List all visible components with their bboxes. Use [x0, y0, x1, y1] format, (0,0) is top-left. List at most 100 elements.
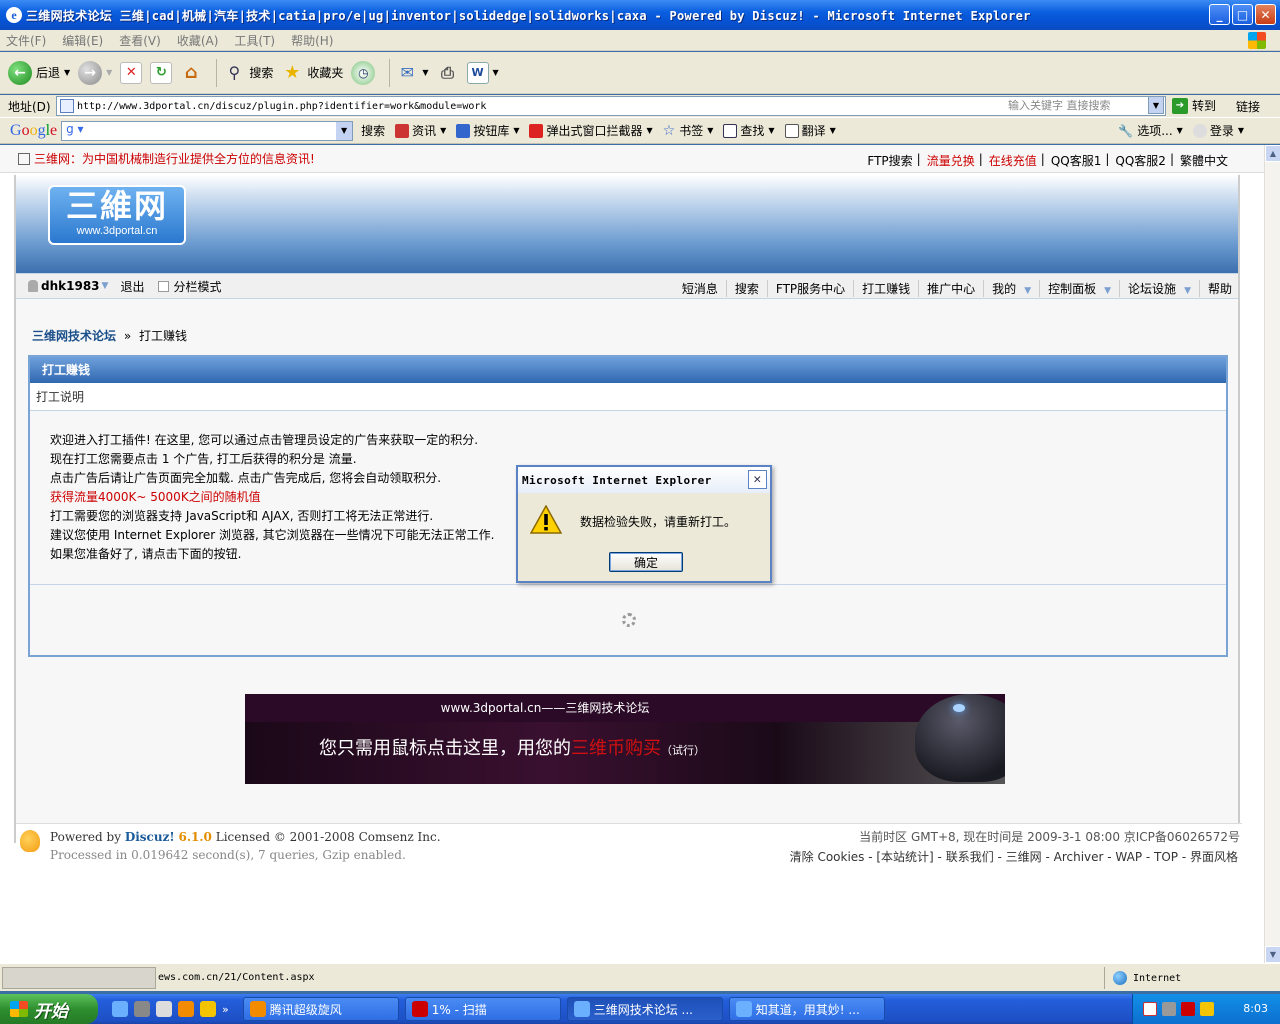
- discuz-link[interactable]: Discuz!: [125, 830, 175, 844]
- ie-quicklaunch-icon[interactable]: [112, 1001, 128, 1017]
- ad-banner[interactable]: www.3dportal.cn——三维网技术论坛 您只需用鼠标点击这里，用您的三…: [245, 694, 1005, 784]
- media-quicklaunch-icon[interactable]: [134, 1001, 150, 1017]
- window-title: 三维网技术论坛 三维|cad|机械|汽车|技术|catia|pro/e|ug|i…: [26, 8, 1031, 23]
- top-link[interactable]: 流量兑换: [927, 152, 975, 169]
- login-button[interactable]: 登录 ▼: [1192, 122, 1244, 139]
- quick-launch: »: [112, 1001, 235, 1017]
- footer-powered: Powered by Discuz! 6.1.0 Licensed © 2001…: [50, 830, 441, 844]
- top-link[interactable]: QQ客服2: [1115, 152, 1166, 169]
- scroll-down-icon[interactable]: ▼: [1265, 946, 1280, 963]
- nav-item[interactable]: 短消息: [674, 280, 718, 297]
- top-link-separator: |: [1040, 152, 1045, 166]
- menu-file[interactable]: 文件(F): [6, 32, 46, 49]
- nav-dropdown-icon[interactable]: ▼: [1024, 286, 1031, 296]
- user-menu[interactable]: dhk1983 ▼: [28, 279, 108, 293]
- player-quicklaunch-icon[interactable]: [156, 1001, 172, 1017]
- buttons-label: 按钮库: [473, 124, 510, 138]
- top-link[interactable]: FTP搜索: [867, 152, 912, 169]
- edit-dropdown-icon[interactable]: ▼: [493, 68, 499, 77]
- toolbar-separator: [389, 58, 391, 87]
- search-button[interactable]: ⚲ 搜索: [223, 62, 273, 84]
- go-button[interactable]: ➔ 转到: [1172, 97, 1216, 114]
- nav-dropdown-icon[interactable]: ▼: [1184, 286, 1191, 296]
- top-link[interactable]: 繁體中文: [1180, 152, 1228, 169]
- taskbar-task[interactable]: 知其道，用其妙! ...: [728, 997, 885, 1021]
- google-buttons-button[interactable]: 按钮库 ▼: [456, 122, 519, 139]
- maximize-button[interactable]: □: [1232, 4, 1253, 25]
- quicklaunch-expand-icon[interactable]: »: [222, 1003, 229, 1016]
- forward-button[interactable]: → ▼: [78, 60, 112, 85]
- go-label: 转到: [1192, 99, 1217, 113]
- site-slogan[interactable]: 三维网：为中国机械制造行业提供全方位的信息资讯!: [34, 150, 315, 167]
- google-search-input[interactable]: g ▾ ▼: [61, 120, 354, 141]
- site-logo[interactable]: 三維网 www.3dportal.cn: [48, 185, 186, 245]
- nav-item[interactable]: FTP服务中心: [766, 280, 845, 297]
- task-app-icon: [735, 1001, 752, 1017]
- taskbar-task[interactable]: 三维网技术论坛 ...: [566, 997, 723, 1021]
- back-dropdown-icon[interactable]: ▼: [64, 68, 70, 77]
- user-icon: [28, 280, 38, 292]
- nav-item[interactable]: 我的 ▼: [983, 280, 1031, 297]
- scroll-up-icon[interactable]: ▲: [1265, 145, 1280, 162]
- address-dropdown-icon[interactable]: ▼: [1148, 96, 1164, 114]
- mail-button[interactable]: ✉ ▼: [396, 62, 429, 84]
- alert-close-button[interactable]: ✕: [748, 470, 767, 489]
- nav-item[interactable]: 打工赚钱: [853, 280, 910, 297]
- nav-item[interactable]: 推广中心: [918, 280, 975, 297]
- menu-help[interactable]: 帮助(H): [291, 32, 333, 49]
- favorites-button[interactable]: ★ 收藏夹: [281, 62, 343, 84]
- translate-button[interactable]: 翻译 ▼: [784, 122, 836, 139]
- app-quicklaunch-icon[interactable]: [178, 1001, 194, 1017]
- task-label: 1% - 扫描: [431, 1002, 487, 1017]
- tray-antivirus-icon[interactable]: [1181, 1002, 1195, 1016]
- menu-view[interactable]: 查看(V): [119, 32, 161, 49]
- discuz-bulb-icon: [20, 830, 40, 852]
- popup-blocker-button[interactable]: 弹出式窗口拦截器 ▼: [529, 122, 653, 139]
- back-button[interactable]: ← 后退 ▼: [8, 60, 70, 85]
- nav-item[interactable]: 搜索: [725, 280, 759, 297]
- qq-quicklaunch-icon[interactable]: [200, 1001, 216, 1017]
- google-search-dropdown-icon[interactable]: ▼: [336, 121, 353, 140]
- vertical-scrollbar[interactable]: ▲ ▼: [1264, 145, 1280, 963]
- menu-tools[interactable]: 工具(T): [234, 32, 275, 49]
- tray-app-icon[interactable]: [1143, 1002, 1157, 1016]
- edit-button[interactable]: W ▼: [466, 61, 499, 84]
- history-button[interactable]: ◷: [351, 60, 376, 85]
- tray-speaker-icon[interactable]: [1162, 1002, 1176, 1016]
- footer-links[interactable]: 清除 Cookies - [本站统计] - 联系我们 - 三维网 - Archi…: [790, 848, 1238, 865]
- user-dropdown-icon[interactable]: ▼: [102, 281, 109, 291]
- taskbar-task[interactable]: 腾讯超级旋风: [242, 997, 399, 1021]
- home-page-icon[interactable]: [18, 152, 30, 165]
- forward-dropdown-icon[interactable]: ▼: [106, 68, 112, 77]
- logout-link[interactable]: 退出: [120, 278, 144, 295]
- options-button[interactable]: 🔧 选项... ▼: [1118, 122, 1183, 139]
- nav-item[interactable]: 论坛设施 ▼: [1119, 280, 1191, 297]
- split-mode-checkbox[interactable]: [158, 280, 170, 292]
- mail-dropdown-icon[interactable]: ▼: [422, 68, 428, 77]
- home-button[interactable]: ⌂: [180, 62, 202, 84]
- nav-item[interactable]: 控制面板 ▼: [1039, 280, 1111, 297]
- print-button[interactable]: ⎙: [437, 62, 459, 84]
- menu-edit[interactable]: 编辑(E): [62, 32, 103, 49]
- minimize-button[interactable]: _: [1209, 4, 1230, 25]
- top-link[interactable]: QQ客服1: [1051, 152, 1102, 169]
- start-button[interactable]: 开始: [0, 994, 98, 1024]
- split-mode-label[interactable]: 分栏模式: [173, 278, 221, 295]
- nav-item[interactable]: 帮助: [1198, 280, 1232, 297]
- ok-button[interactable]: 确定: [609, 552, 683, 572]
- tray-qq-icon[interactable]: [1200, 1002, 1214, 1016]
- top-link[interactable]: 在线充值: [989, 152, 1037, 169]
- nav-dropdown-icon[interactable]: ▼: [1104, 286, 1111, 296]
- stop-button[interactable]: ✕: [120, 61, 143, 84]
- links-button[interactable]: 链接: [1236, 98, 1260, 115]
- address-input[interactable]: http://www.3dportal.cn/discuz/plugin.php…: [56, 96, 1166, 116]
- close-button[interactable]: ✕: [1255, 4, 1276, 25]
- breadcrumb-home[interactable]: 三维网技术论坛: [32, 329, 116, 343]
- refresh-button[interactable]: ↻: [150, 61, 173, 84]
- menu-favorites[interactable]: 收藏(A): [177, 32, 219, 49]
- find-button[interactable]: 查找 ▼: [723, 122, 775, 139]
- bookmarks-button[interactable]: ☆ 书签 ▼: [663, 122, 714, 139]
- taskbar-task[interactable]: 1% - 扫描: [404, 997, 561, 1021]
- google-news-button[interactable]: 资讯 ▼: [395, 122, 446, 139]
- google-search-button[interactable]: 搜索: [361, 122, 385, 139]
